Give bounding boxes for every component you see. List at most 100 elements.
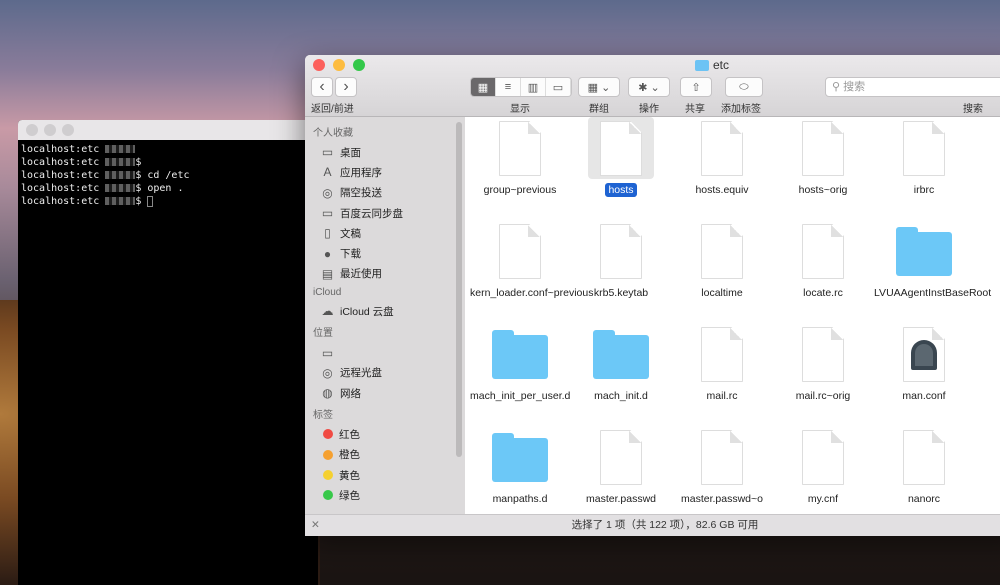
file-item[interactable]: mac: [975, 220, 1000, 301]
tag-dot-icon: [323, 470, 333, 480]
minimize-button[interactable]: [44, 124, 56, 136]
sidebar-tag[interactable]: 橙色: [305, 445, 465, 465]
file-item[interactable]: nanorc: [874, 426, 974, 507]
document-icon: [701, 121, 743, 176]
sidebar-item-label: 最近使用: [340, 268, 382, 281]
file-name: nanorc: [907, 493, 941, 505]
prompt: localhost:etc: [21, 170, 100, 181]
sidebar-item-icon: ▭: [321, 206, 334, 221]
file-name: manpaths.d: [492, 493, 548, 505]
sidebar-item-icon: A: [323, 165, 332, 180]
file-item[interactable]: mail.rc~orig: [773, 323, 873, 404]
sidebar-item[interactable]: ▯ 文稿: [305, 223, 465, 243]
view-mode-segment[interactable]: ▦ ≡ ▥ ▭: [470, 77, 572, 97]
group-label: 群组: [589, 104, 609, 115]
file-name: locate.rc: [803, 287, 843, 299]
back-forward-label: 返回/前进: [311, 104, 354, 115]
file-item[interactable]: master.passwd~o: [672, 426, 772, 507]
file-item[interactable]: group~previous: [470, 117, 570, 198]
sidebar-item-icon: ▭: [321, 345, 334, 360]
file-item[interactable]: locate.rc: [773, 220, 873, 301]
sidebar-item[interactable]: ● 下载: [305, 243, 465, 263]
document-icon: [499, 121, 541, 176]
folder-item[interactable]: LVUAAgentInstBaseRoot: [874, 220, 991, 301]
forward-button[interactable]: ›: [335, 77, 357, 97]
group-button[interactable]: ▦ ⌄: [578, 77, 620, 97]
file-item[interactable]: krb5.keytab: [571, 220, 671, 301]
file-item[interactable]: hosts: [571, 117, 671, 198]
terminal-line: localhost:etc: [21, 143, 315, 156]
command: $ open .: [135, 183, 184, 194]
file-name: hosts~orig: [798, 184, 848, 196]
sidebar-item-label: 隔空投送: [340, 187, 382, 200]
document-icon: [701, 224, 743, 279]
tag-button[interactable]: ⬭: [725, 77, 763, 97]
favorites-heading: 个人收藏: [313, 128, 353, 139]
sidebar-item[interactable]: ◍ 网络: [305, 383, 465, 403]
column-view-icon[interactable]: ▥: [521, 78, 546, 96]
collapse-icon[interactable]: ✕: [311, 515, 320, 536]
command: $: [135, 157, 142, 168]
sidebar-item[interactable]: ▭: [305, 342, 465, 362]
sidebar-item[interactable]: ▭ 桌面: [305, 142, 465, 162]
file-item[interactable]: hosts~orig: [773, 117, 873, 198]
file-name: master.passwd~o: [680, 493, 763, 505]
folder-item[interactable]: manpaths.d: [470, 426, 570, 507]
finder-window[interactable]: etc ‹ › 返回/前进 ▦ ≡ ▥ ▭ 显示 ▦ ⌄ 群组 ✱ ⌄ 操作 ⇧ 共享…: [305, 55, 1000, 536]
sidebar-item-label: 红色: [339, 428, 360, 441]
folder-item[interactable]: mach_init.d: [571, 323, 671, 404]
file-item[interactable]: master.passwd: [571, 426, 671, 507]
file-grid: group~previous hosts hosts.equiv hosts~orig…: [465, 117, 1000, 514]
search-input[interactable]: ⚲ 搜索: [825, 77, 1000, 97]
sidebar-item[interactable]: ▤ 最近使用: [305, 264, 465, 284]
share-button[interactable]: ⇧: [680, 77, 712, 97]
minimize-button[interactable]: [333, 59, 345, 71]
sidebar-item-label: 文稿: [340, 227, 361, 240]
tag-label: 添加标签: [721, 104, 761, 115]
list-view-icon[interactable]: ≡: [496, 78, 521, 96]
file-name: man.conf: [902, 390, 946, 402]
file-name: irbrc: [913, 184, 935, 196]
sidebar-tag[interactable]: 绿色: [305, 485, 465, 505]
file-item[interactable]: irbrc: [874, 117, 974, 198]
sidebar-item-label: 绿色: [339, 489, 360, 502]
sidebar-item[interactable]: ☁ iCloud 云盘: [305, 301, 465, 321]
redacted-username: [105, 171, 136, 179]
folder-icon: [593, 330, 649, 379]
file-item[interactable]: man.conf: [874, 323, 974, 404]
group-icon: ▦ ⌄: [587, 81, 611, 94]
sidebar-item[interactable]: ◎ 远程光盘: [305, 363, 465, 383]
sidebar-item[interactable]: A 应用程序: [305, 162, 465, 182]
folder-item[interactable]: mach_init_per_user.d: [470, 323, 570, 404]
sidebar-item[interactable]: ◎ 隔空投送: [305, 183, 465, 203]
file-item[interactable]: kern_loader.conf~previous: [470, 220, 593, 301]
close-button[interactable]: [313, 59, 325, 71]
zoom-button[interactable]: [62, 124, 74, 136]
file-item[interactable]: hosts.equiv: [672, 117, 772, 198]
sidebar-tag[interactable]: 黄色: [305, 465, 465, 485]
gallery-view-icon[interactable]: ▭: [546, 78, 571, 96]
action-label: 操作: [639, 104, 659, 115]
zoom-button[interactable]: [353, 59, 365, 71]
file-item[interactable]: ker: [975, 117, 1000, 198]
terminal-window[interactable]: localhost:etc localhost:etc $ localhost:e…: [18, 120, 318, 585]
terminal-line: localhost:etc $ cd /etc: [21, 169, 315, 182]
file-item[interactable]: my.cnf: [773, 426, 873, 507]
sidebar-scrollbar[interactable]: [456, 122, 462, 457]
back-button[interactable]: ‹: [311, 77, 333, 97]
view-label: 显示: [510, 104, 530, 115]
sidebar-tag[interactable]: 红色: [305, 424, 465, 444]
sidebar-item[interactable]: ▭ 百度云同步盘: [305, 203, 465, 223]
close-button[interactable]: [26, 124, 38, 136]
file-item[interactable]: mail.rc: [672, 323, 772, 404]
terminal-output[interactable]: localhost:etc localhost:etc $ localhost:e…: [18, 140, 318, 211]
file-item[interactable]: localtime: [672, 220, 772, 301]
folder-icon: [492, 433, 548, 482]
action-button[interactable]: ✱ ⌄: [628, 77, 670, 97]
redacted-username: [105, 197, 136, 205]
file-name: localtime: [701, 287, 743, 299]
cursor: [147, 195, 154, 207]
icon-view-icon[interactable]: ▦: [471, 78, 496, 96]
sidebar-item-label: 橙色: [339, 449, 360, 462]
document-icon: [903, 121, 945, 176]
